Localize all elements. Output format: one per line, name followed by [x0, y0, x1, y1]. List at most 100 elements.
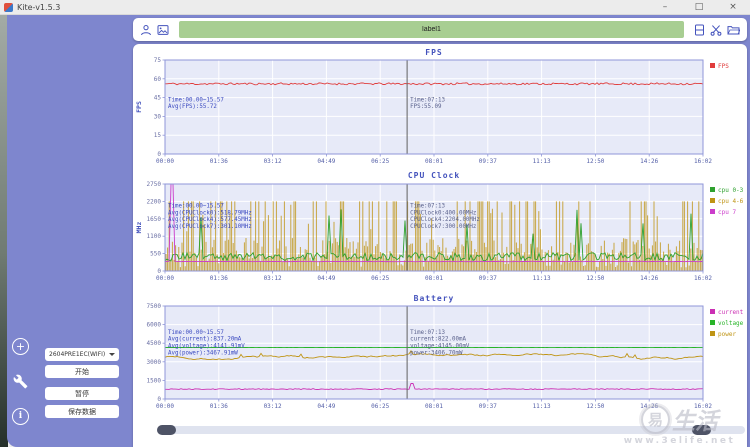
- svg-text:FPS: FPS: [135, 101, 143, 113]
- svg-text:16:02: 16:02: [693, 403, 711, 410]
- svg-text:14:26: 14:26: [640, 403, 658, 410]
- svg-text:MHz: MHz: [135, 222, 143, 234]
- svg-text:12:50: 12:50: [586, 275, 604, 282]
- svg-text:01:36: 01:36: [209, 403, 227, 410]
- save-data-button[interactable]: 保存数据: [45, 405, 119, 418]
- cpu-clock-chart[interactable]: CPU Clock 00:00 01:36 03:12 04:49 06:25 08:01 0…: [134, 167, 747, 289]
- svg-text:1500: 1500: [146, 377, 161, 384]
- svg-text:75: 75: [153, 57, 161, 64]
- svg-text:30: 30: [153, 113, 161, 120]
- close-button[interactable]: ×: [716, 0, 750, 14]
- svg-text:6000: 6000: [146, 322, 161, 329]
- start-button[interactable]: 开始: [45, 365, 119, 378]
- pause-button[interactable]: 暂停: [45, 387, 119, 400]
- svg-text:45: 45: [153, 95, 161, 102]
- svg-text:4500: 4500: [146, 340, 161, 347]
- svg-text:2200: 2200: [146, 198, 161, 205]
- svg-text:cpu 4-6: cpu 4-6: [718, 198, 744, 205]
- svg-text:Time:07:13: Time:07:13: [410, 203, 445, 209]
- maximize-button[interactable]: □: [682, 0, 716, 14]
- svg-text:CPUClock4:2204.00MHz: CPUClock4:2204.00MHz: [410, 217, 480, 223]
- svg-text:Avg(CPUClock0):518.79MHz: Avg(CPUClock0):518.79MHz: [168, 210, 252, 216]
- svg-text:0: 0: [157, 396, 161, 403]
- add-device-button[interactable]: +: [12, 338, 29, 355]
- svg-text:CPU Clock: CPU Clock: [407, 171, 459, 180]
- svg-text:Avg(current):837.20mA: Avg(current):837.20mA: [168, 337, 242, 343]
- svg-text:03:12: 03:12: [263, 158, 281, 165]
- svg-text:06:25: 06:25: [371, 275, 389, 282]
- svg-text:11:13: 11:13: [532, 275, 550, 282]
- svg-text:2750: 2750: [146, 181, 161, 188]
- svg-text:12:50: 12:50: [586, 158, 604, 165]
- save-icon[interactable]: [694, 24, 705, 36]
- svg-text:CPUClock0:400.00MHz: CPUClock0:400.00MHz: [410, 210, 476, 216]
- watermark-url: www.3elife.net: [623, 436, 736, 446]
- svg-text:14:26: 14:26: [640, 275, 658, 282]
- svg-text:04:49: 04:49: [317, 158, 335, 165]
- svg-text:0: 0: [157, 151, 161, 158]
- svg-text:550: 550: [150, 251, 161, 258]
- svg-text:FPS:55.09: FPS:55.09: [410, 104, 442, 110]
- svg-text:Time:07:13: Time:07:13: [410, 97, 445, 103]
- fps-chart[interactable]: FPS 00:00 01:36 03:12 04:49 06:25 08:01 09:37 11…: [134, 45, 747, 167]
- svg-text:Avg(voltage):4141.91mV: Avg(voltage):4141.91mV: [168, 344, 245, 350]
- svg-text:01:36: 01:36: [209, 275, 227, 282]
- svg-text:CPUClock7:300.00MHz: CPUClock7:300.00MHz: [410, 224, 476, 230]
- svg-text:Avg(FPS):55.72: Avg(FPS):55.72: [168, 104, 217, 110]
- svg-text:current: current: [718, 309, 744, 316]
- chevron-down-icon: [109, 353, 115, 356]
- app-icon: [4, 2, 13, 12]
- svg-text:power:3406.70mW: power:3406.70mW: [410, 350, 463, 356]
- window-title: Kite-v1.5.3: [17, 2, 61, 12]
- svg-text:06:25: 06:25: [371, 403, 389, 410]
- svg-text:11:13: 11:13: [532, 158, 550, 165]
- timeline-scrollbar[interactable]: [157, 425, 745, 435]
- svg-text:16:02: 16:02: [693, 158, 711, 165]
- info-icon: i: [18, 411, 23, 421]
- battery-chart[interactable]: Battery 00:00 01:36 03:12 04:49 06:25 08:01 09:…: [134, 289, 747, 417]
- charts-panel: FPS 00:00 01:36 03:12 04:49 06:25 08:01 09:37 11…: [133, 44, 747, 447]
- svg-text:04:49: 04:49: [317, 403, 335, 410]
- svg-text:power: power: [718, 331, 736, 338]
- svg-text:voltage: voltage: [718, 320, 744, 327]
- device-select[interactable]: 2604PRE1EC(WIFI): [45, 348, 119, 361]
- svg-text:16:02: 16:02: [693, 275, 711, 282]
- svg-text:1650: 1650: [146, 216, 161, 223]
- minimize-button[interactable]: –: [648, 0, 682, 14]
- svg-text:0: 0: [157, 268, 161, 275]
- svg-text:11:13: 11:13: [532, 403, 550, 410]
- svg-text:09:37: 09:37: [478, 403, 496, 410]
- svg-text:Avg(power):3467.91mW: Avg(power):3467.91mW: [168, 350, 238, 356]
- image-icon[interactable]: [157, 24, 169, 36]
- settings-button[interactable]: [13, 374, 28, 389]
- svg-text:voltage:4145.00mV: voltage:4145.00mV: [410, 344, 470, 350]
- titlebar: Kite-v1.5.3 – □ ×: [0, 0, 750, 15]
- svg-text:08:01: 08:01: [424, 158, 442, 165]
- header-bar: [133, 18, 747, 41]
- scissors-icon[interactable]: [710, 24, 722, 36]
- svg-text:3000: 3000: [146, 359, 161, 366]
- wrench-icon: [13, 374, 28, 389]
- app-body: + i 2604PRE1EC(WIFI) 开始 暂停 保存数据 label1 F…: [0, 15, 750, 447]
- app-window: Kite-v1.5.3 – □ × + i 2604PRE1EC(WIFI) 开…: [0, 0, 750, 447]
- svg-text:09:37: 09:37: [478, 275, 496, 282]
- info-button[interactable]: i: [12, 408, 29, 425]
- svg-text:12:50: 12:50: [586, 403, 604, 410]
- svg-text:7500: 7500: [146, 303, 161, 310]
- user-icon[interactable]: [140, 24, 152, 36]
- svg-text:Time:00.00~15.57: Time:00.00~15.57: [168, 330, 224, 336]
- slider-handle-left[interactable]: [157, 425, 176, 435]
- svg-text:Time:00.00~15.57: Time:00.00~15.57: [168, 203, 224, 209]
- svg-text:cpu 7: cpu 7: [718, 209, 736, 216]
- svg-text:Avg(CPUClock4):577.45MHz: Avg(CPUClock4):577.45MHz: [168, 217, 252, 223]
- svg-text:Time:07:13: Time:07:13: [410, 330, 445, 336]
- svg-text:01:36: 01:36: [209, 158, 227, 165]
- svg-text:FPS: FPS: [425, 48, 442, 57]
- export-icon[interactable]: [727, 24, 740, 36]
- slider-handle-right[interactable]: [692, 425, 711, 435]
- svg-text:cpu 0-3: cpu 0-3: [718, 187, 744, 194]
- label-input[interactable]: [179, 21, 684, 38]
- svg-text:00:00: 00:00: [155, 158, 173, 165]
- svg-text:Avg(CPUClock7):301.10MHz: Avg(CPUClock7):301.10MHz: [168, 224, 252, 230]
- svg-text:08:01: 08:01: [424, 403, 442, 410]
